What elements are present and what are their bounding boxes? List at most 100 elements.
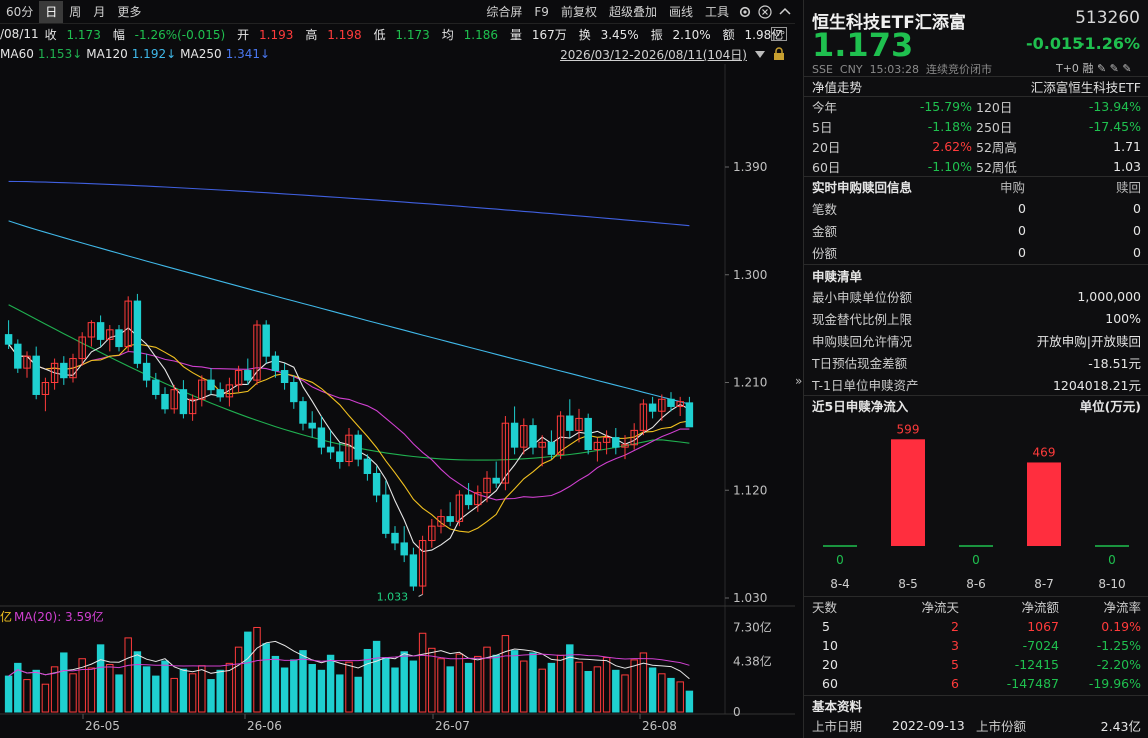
flow-bar-value: 599 (897, 422, 920, 436)
kline-chart-svg[interactable]: 1.390 1.300 1.210 1.120 1.030 1.033 亿 MA(20): 3… (0, 64, 795, 738)
list-value: 1204018.21元 (1052, 378, 1141, 393)
flow-stats-rate: -1.25% (1096, 638, 1141, 653)
volume-bar (317, 669, 326, 713)
candle-body (363, 458, 372, 474)
dropdown-triangle-icon[interactable] (755, 48, 765, 62)
candle-body (685, 402, 694, 428)
wp-icon[interactable]: WP (771, 27, 787, 41)
volume-bar (437, 658, 445, 713)
draw-line-button[interactable]: 画线 (663, 1, 699, 23)
volume-bar (354, 676, 362, 713)
date-range-link[interactable]: 2026/03/12-2026/08/11(104日) (560, 46, 747, 63)
realtime-row: 金额 0 0 (804, 220, 1148, 241)
performance-row: 5日 -1.18% 250日 -17.45% (804, 116, 1148, 137)
perf-label: 今年 (812, 100, 838, 115)
composite-screen-button[interactable]: 综合屏 (480, 1, 528, 23)
tools-button[interactable]: 工具 (699, 1, 735, 23)
period-day[interactable]: 日 (39, 0, 64, 23)
perf-label: 120日 (976, 100, 1013, 115)
candle-body (14, 343, 22, 369)
volume-bar (96, 644, 105, 713)
info-vol: 量 167万 (509, 27, 567, 42)
current-price: 1.173 (812, 26, 914, 64)
period-more[interactable]: 更多 (111, 1, 147, 23)
flow-stats-col-header: 净流额 (1021, 600, 1059, 615)
candle-body (142, 362, 151, 381)
lock-icon[interactable] (773, 47, 785, 64)
flow-date-label: 8-7 (1034, 577, 1054, 591)
info-open: 开 1.193 (237, 27, 294, 42)
edit-icon[interactable]: ✎ (1097, 62, 1106, 75)
flow-stats-amount: 1067 (1027, 619, 1059, 634)
ma120-label: MA120 (86, 47, 128, 61)
candle-body (308, 422, 316, 429)
volume-bar (667, 677, 675, 713)
perf-value: -1.18% (927, 119, 972, 134)
volume-bar (584, 670, 592, 713)
perf-label: 20日 (812, 140, 841, 155)
volume-bar (170, 677, 178, 713)
period-60min[interactable]: 60分 (0, 1, 39, 23)
forward-adjust-button[interactable]: 前复权 (555, 1, 603, 23)
flow-stats-row: 20 5 -12415 -2.20% (804, 654, 1148, 675)
flow-date-label: 8-10 (1098, 577, 1125, 591)
volume-bar (639, 652, 648, 713)
close-circle-icon[interactable] (755, 2, 775, 22)
perf-label: 250日 (976, 120, 1013, 135)
volume-bar (115, 674, 123, 713)
volume-bar (290, 659, 298, 713)
realtime-sub-value: 0 (1018, 201, 1026, 216)
flow-stats-col-header: 净流天 (921, 600, 959, 615)
nav-trend-row[interactable]: 净值走势 汇添富恒生科技ETF (804, 76, 1148, 97)
ma60-value: 1.153↓ (37, 47, 83, 61)
perf-label: 52周低 (976, 160, 1017, 175)
listing-date-label: 上市日期 (812, 719, 863, 734)
creation-list-row: 最小申赎单位份额 1,000,000 (804, 286, 1148, 307)
edit-icon-3[interactable]: ✎ (1122, 62, 1131, 75)
period-week[interactable]: 周 (63, 1, 87, 23)
flow-bar (891, 439, 925, 546)
candle-body (667, 398, 675, 407)
volume-bar (602, 657, 611, 713)
price-change: -0.015 (1026, 34, 1084, 53)
info-avg: 均 1.186 (441, 27, 498, 42)
perf-value: -15.79% (919, 99, 972, 114)
edit-icon-2[interactable]: ✎ (1110, 62, 1119, 75)
gear-icon[interactable] (735, 2, 755, 22)
candle-body (161, 393, 169, 410)
market-status-line: SSE CNY 15:03:28 连续竞价闭市 (812, 61, 992, 77)
ma250-label: MA250 (180, 47, 222, 61)
listing-shares: 2.43亿 (1100, 719, 1141, 734)
volume-bar (262, 643, 270, 713)
candle-body (179, 389, 188, 415)
candle-body (529, 425, 537, 448)
chart-area[interactable]: 60分 日 周 月 更多 综合屏 F9 前复权 超级叠加 画线 工具 /08/1… (0, 0, 802, 738)
ma120-value: 1.192↓ (131, 47, 177, 61)
low-marker-label: 1.033 (377, 590, 409, 603)
period-month[interactable]: 月 (87, 1, 111, 23)
candle-body (207, 379, 215, 391)
nav-index-name: 汇添富恒生科技ETF (1030, 80, 1141, 95)
list-label: T-1日单位申赎资产 (812, 378, 919, 393)
candle-body (372, 472, 381, 496)
flow-stats-days: 5 (822, 619, 830, 634)
flow-stats-rate: 0.19% (1101, 619, 1141, 634)
flow-bar-value: 469 (1033, 445, 1056, 459)
candle-body (326, 446, 335, 453)
realtime-row: 份额 0 0 (804, 242, 1148, 263)
date-tick-label: 26-07 (435, 719, 470, 733)
candle-body (547, 441, 556, 455)
volume-bar (4, 675, 13, 713)
collapse-panel-icon[interactable]: » (795, 374, 802, 388)
up-arrow-icon[interactable] (775, 2, 795, 22)
super-overlay-button[interactable]: 超级叠加 (603, 1, 663, 23)
volume-bar (188, 673, 197, 713)
volume-bar (630, 659, 638, 713)
perf-label: 52周高 (976, 140, 1017, 155)
f9-button[interactable]: F9 (528, 1, 555, 23)
volume-ma-label: MA(20): 3.59亿 (14, 609, 104, 624)
flow-date-label: 8-6 (966, 577, 986, 591)
candle-body (244, 370, 252, 381)
candle-body (317, 427, 326, 448)
volume-bar (280, 667, 289, 713)
